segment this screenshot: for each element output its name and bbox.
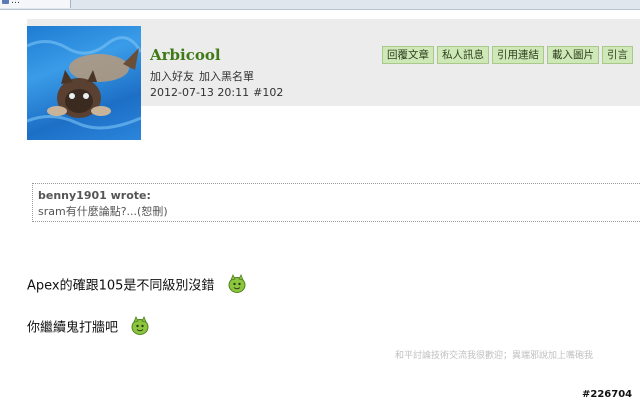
avatar[interactable] (27, 26, 141, 140)
private-message-button[interactable]: 私人訊息 (437, 46, 489, 64)
load-images-button[interactable]: 載入圖片 (547, 46, 599, 64)
quote-link-button[interactable]: 引用連結 (492, 46, 544, 64)
quote-box: benny1901 wrote: sram有什麼論點?...(恕刪) (32, 183, 640, 222)
post-username[interactable]: Arbicool (150, 46, 221, 64)
cat-swimming-icon (27, 36, 141, 130)
post-meta: 2012-07-13 20:11 #102 (150, 86, 287, 99)
browser-tab-title: … (11, 0, 20, 6)
reply-button[interactable]: 回覆文章 (382, 46, 434, 64)
quote-author: benny1901 wrote: (38, 189, 151, 202)
post-body-text-1: Apex的確跟105是不同級別沒錯 (27, 278, 215, 294)
post-date: 2012-07-13 20:11 (150, 86, 250, 99)
add-blacklist-link[interactable]: 加入黑名單 (199, 70, 254, 83)
post-body-line-1: Apex的確跟105是不同級別沒錯 (27, 274, 247, 298)
post-number[interactable]: #102 (253, 86, 283, 99)
user-links: 加入好友 加入黑名單 (150, 68, 259, 84)
browser-tab-strip: … (0, 0, 640, 10)
smile-emoticon-icon (130, 316, 150, 340)
quote-text: sram有什麼論點?...(恕刪) (38, 205, 168, 218)
user-signature: 和平討論技術交流我很歡迎；異端邪說加上嘴砲我 (395, 351, 594, 361)
post-action-buttons: 回覆文章 私人訊息 引用連結 載入圖片 引言 (382, 46, 636, 64)
post-body-line-2: 你繼續鬼打牆吧 (27, 316, 150, 340)
favicon-icon (2, 0, 9, 4)
browser-tab[interactable]: … (0, 0, 71, 8)
quote-button[interactable]: 引言 (602, 46, 633, 64)
image-watermark: #226704 (582, 389, 633, 400)
smile-emoticon-icon (227, 274, 247, 298)
post-body-text-2: 你繼續鬼打牆吧 (27, 320, 119, 336)
add-friend-link[interactable]: 加入好友 (150, 70, 194, 83)
